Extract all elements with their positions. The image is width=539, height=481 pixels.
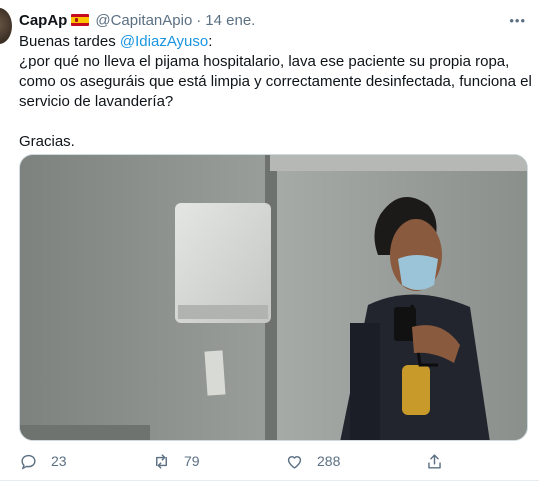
retweet-button[interactable]: 79 (152, 449, 200, 473)
tweet-line: ¿por qué no lleva el pijama hospitalario… (19, 53, 510, 70)
share-button[interactable] (425, 449, 457, 473)
tweet-media-image[interactable] (19, 154, 528, 441)
like-button[interactable]: 288 (285, 449, 340, 473)
tweet-line: servicio de lavandería? (19, 93, 174, 110)
reply-icon (21, 454, 36, 470)
tweet[interactable]: CapAp @CapitanApio · 14 ene. ••• Buenas … (0, 0, 539, 481)
tweet-actions: 23 79 288 (19, 449, 519, 473)
tweet-date[interactable]: 14 ene. (205, 12, 255, 29)
retweet-icon (156, 453, 167, 469)
tweet-header: CapAp @CapitanApio · 14 ene. (19, 10, 255, 30)
video-frame (20, 155, 527, 440)
reply-button[interactable]: 23 (19, 449, 67, 473)
heart-icon (287, 455, 302, 469)
more-options-icon[interactable]: ••• (509, 13, 526, 28)
retweet-count: 79 (184, 453, 200, 469)
display-name[interactable]: CapAp (19, 12, 67, 29)
user-handle[interactable]: @CapitanApio (95, 12, 192, 29)
avatar[interactable] (0, 8, 12, 44)
reply-count: 23 (51, 453, 67, 469)
tweet-line: Gracias. (19, 133, 75, 150)
separator-dot: · (196, 11, 202, 29)
like-count: 288 (317, 453, 341, 469)
mention-link[interactable]: @IdiazAyuso (120, 33, 208, 50)
share-icon (428, 453, 441, 469)
greeting-text: Buenas tardes (19, 33, 120, 50)
colon-text: : (208, 33, 213, 50)
tweet-line: como os aseguráis que está limpia y corr… (19, 73, 532, 90)
spain-flag-icon (71, 14, 90, 26)
tweet-line: Buenas tardes @IdiazAyuso: (19, 32, 529, 52)
tweet-text: Buenas tardes @IdiazAyuso: ¿por qué no l… (19, 32, 532, 152)
